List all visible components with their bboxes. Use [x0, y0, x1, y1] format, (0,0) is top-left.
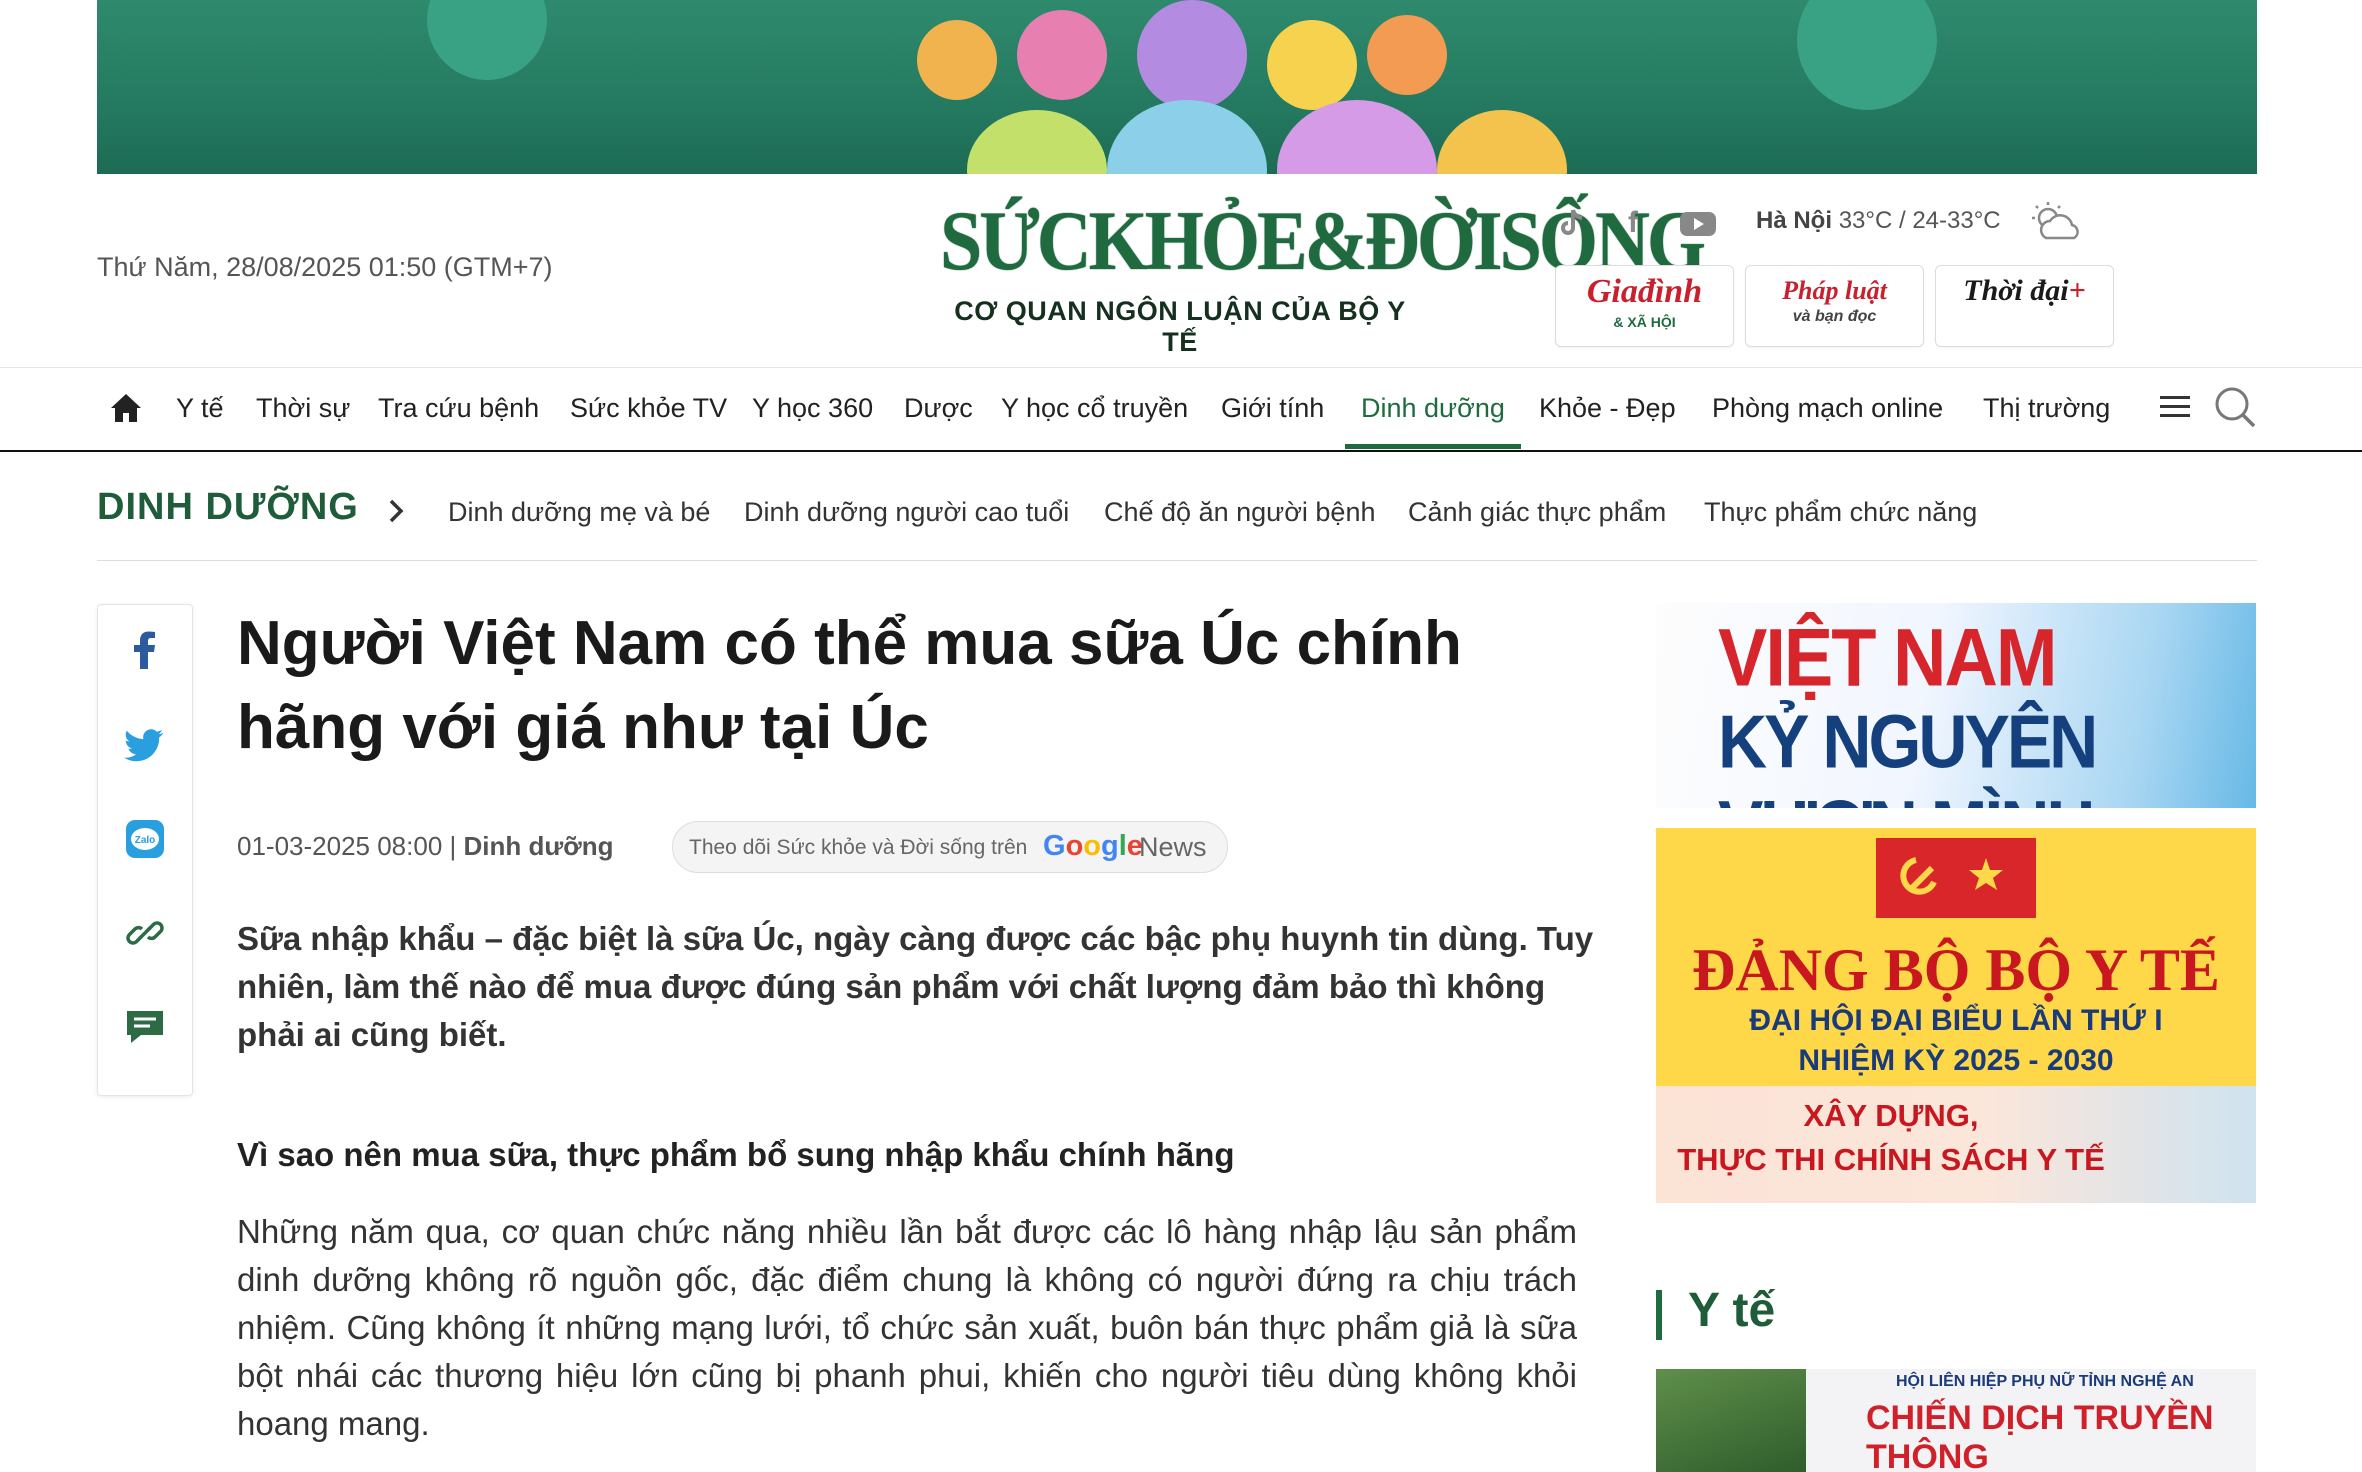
article-subheading: Vì sao nên mua sữa, thực phẩm bổ sung nh… — [237, 1136, 1235, 1173]
article-category[interactable]: Dinh dưỡng — [464, 831, 614, 861]
weather-temperature: 33°C / 24-33°C — [1838, 207, 2001, 234]
google-news-label: News — [1139, 832, 1207, 862]
article-title: Người Việt Nam có thể mua sữa Úc chính h… — [237, 609, 1462, 762]
nav-item-phong-mach-online[interactable]: Phòng mạch online — [1712, 368, 1943, 448]
thumbnail-text: HỘI LIÊN HIỆP PHỤ NỮ TỈNH NGHỆ AN — [1896, 1373, 2194, 1390]
link-icon[interactable] — [123, 911, 167, 955]
weather-city: Hà Nội — [1756, 207, 1833, 234]
nav-item-tra-cuu-benh[interactable]: Tra cứu bệnh — [378, 368, 539, 448]
svg-text:Zalo: Zalo — [135, 835, 156, 846]
partner-title: Giađình — [1586, 273, 1703, 310]
partner-title: Pháp luật — [1782, 276, 1887, 305]
ad-bottom-line: XÂY DỰNG, — [1803, 1098, 1979, 1133]
nav-item-gioi-tinh[interactable]: Giới tính — [1221, 368, 1324, 448]
facebook-icon[interactable]: f — [1616, 206, 1650, 240]
party-flag-icon — [1876, 838, 2036, 918]
nav-item-suc-khoe-tv[interactable]: Sức khỏe TV — [570, 368, 727, 448]
sidebar-article-thumbnail[interactable]: HỘI LIÊN HIỆP PHỤ NỮ TỈNH NGHỆ AN CHIẾN … — [1656, 1369, 2256, 1472]
ad-line: ĐẠI HỘI ĐẠI BIỂU LẦN THỨ I — [1749, 1004, 2163, 1037]
search-icon[interactable] — [2213, 368, 2257, 448]
partner-sub: và bạn đọc — [1792, 308, 1877, 325]
nav-item-y-hoc-360[interactable]: Y học 360 — [752, 368, 873, 448]
section-marker — [1656, 1290, 1662, 1340]
ad-subheadline: KỶ NGUYÊN VƯƠN MÌNH — [1718, 700, 2098, 808]
share-bar: Zalo — [97, 604, 193, 1096]
nav-item-khoe-dep[interactable]: Khỏe - Đẹp — [1539, 368, 1676, 448]
article-summary: Sữa nhập khẩu – đặc biệt là sữa Úc, ngày… — [237, 920, 1594, 1053]
tiktok-icon[interactable] — [1555, 206, 1589, 240]
subnav-item-me-va-be[interactable]: Dinh dưỡng mẹ và bé — [448, 497, 710, 528]
subnav-item-an-nguoi-benh[interactable]: Chế độ ăn người bệnh — [1104, 497, 1375, 528]
partner-thoidai[interactable]: Thời đại+ — [1935, 265, 2114, 347]
partner-giadinh-xahoi[interactable]: Giađình & XÃ HỘI — [1555, 265, 1734, 347]
thumbnail-text: CHIẾN DỊCH TRUYỀN THÔNG — [1866, 1399, 2214, 1472]
weather-info: Hà Nội 33°C / 24-33°C — [1756, 207, 2001, 235]
main-navigation: Y tế Thời sự Tra cứu bệnh Sức khỏe TV Y … — [0, 367, 2362, 452]
article-paragraph: Những năm qua, cơ quan chức năng nhiều l… — [237, 1213, 1577, 1442]
top-banner-ad[interactable] — [97, 0, 2257, 174]
google-news-text: Theo dõi Sức khỏe và Đời sống trên — [689, 836, 1028, 859]
partner-sub: & XÃ HỘI — [1613, 314, 1676, 330]
partly-cloudy-icon — [2030, 200, 2084, 246]
sidebar-ad-viet-nam[interactable]: VIỆT NAM KỶ NGUYÊN VƯƠN MÌNH — [1656, 603, 2256, 808]
subnav-item-thuc-pham-chuc-nang[interactable]: Thực phẩm chức năng — [1704, 497, 1977, 528]
chevron-right-icon — [386, 496, 408, 526]
site-logo[interactable]: SỨCKHỎE&ĐỜISỐNG CƠ QUAN NGÔN LUẬN CỦA BỘ… — [940, 194, 1706, 357]
twitter-share-icon[interactable] — [123, 723, 167, 767]
category-title[interactable]: DINH DƯỠNG — [97, 486, 359, 529]
facebook-share-icon[interactable] — [123, 627, 167, 671]
logo-tagline: CƠ QUAN NGÔN LUẬN CỦA BỘ Y TẾ — [954, 296, 1406, 357]
partner-title: Thời đại — [1963, 274, 2069, 307]
meta-separator: | — [449, 831, 457, 861]
nav-item-thi-truong[interactable]: Thị trường — [1983, 368, 2110, 448]
divider — [97, 560, 2257, 561]
youtube-icon[interactable] — [1678, 206, 1718, 240]
nav-item-duoc[interactable]: Dược — [904, 368, 973, 448]
partner-phapluat-bandoc[interactable]: Pháp luật và bạn đọc — [1745, 265, 1924, 347]
menu-icon[interactable] — [2158, 368, 2192, 448]
logo-text: SỨCKHỎE&ĐỜISỐNG — [940, 193, 1706, 289]
nav-item-y-te[interactable]: Y tế — [176, 368, 224, 448]
nav-item-dinh-duong[interactable]: Dinh dưỡng — [1345, 368, 1521, 449]
article-meta: 01-03-2025 08:00 | Dinh dưỡng — [237, 831, 613, 862]
subnav-item-canh-giac-thuc-pham[interactable]: Cảnh giác thực phẩm — [1408, 497, 1666, 528]
partner-plus-mark: + — [2068, 274, 2086, 307]
google-news-follow-button[interactable]: Theo dõi Sức khỏe và Đời sống trên Googl… — [672, 821, 1228, 873]
article-date: 01-03-2025 08:00 — [237, 831, 443, 861]
section-title-y-te[interactable]: Y tế — [1688, 1283, 1775, 1338]
header-date: Thứ Năm, 28/08/2025 01:50 (GTM+7) — [97, 252, 553, 282]
sidebar-ad-dang-bo[interactable]: ĐẢNG BỘ BỘ Y TẾ ĐẠI HỘI ĐẠI BIỂU LẦN THỨ… — [1656, 828, 2256, 1203]
ad-bottom-line: THỰC THI CHÍNH SÁCH Y TẾ — [1677, 1142, 2105, 1177]
ad-headline: VIỆT NAM — [1718, 611, 2058, 704]
nav-item-y-hoc-co-truyen[interactable]: Y học cổ truyền — [1001, 368, 1188, 448]
home-icon[interactable] — [108, 368, 144, 448]
comment-icon[interactable] — [123, 1005, 167, 1049]
ad-line: NHIỆM KỲ 2025 - 2030 — [1798, 1044, 2114, 1077]
subnav-item-nguoi-cao-tuoi[interactable]: Dinh dưỡng người cao tuổi — [744, 497, 1069, 528]
google-logo: Google — [1043, 830, 1143, 862]
nav-item-thoi-su[interactable]: Thời sự — [256, 368, 350, 448]
zalo-share-icon[interactable]: Zalo — [123, 817, 167, 861]
ad-title: ĐẢNG BỘ BỘ Y TẾ — [1692, 937, 2220, 1003]
thumbnail-foliage — [1656, 1369, 1806, 1472]
